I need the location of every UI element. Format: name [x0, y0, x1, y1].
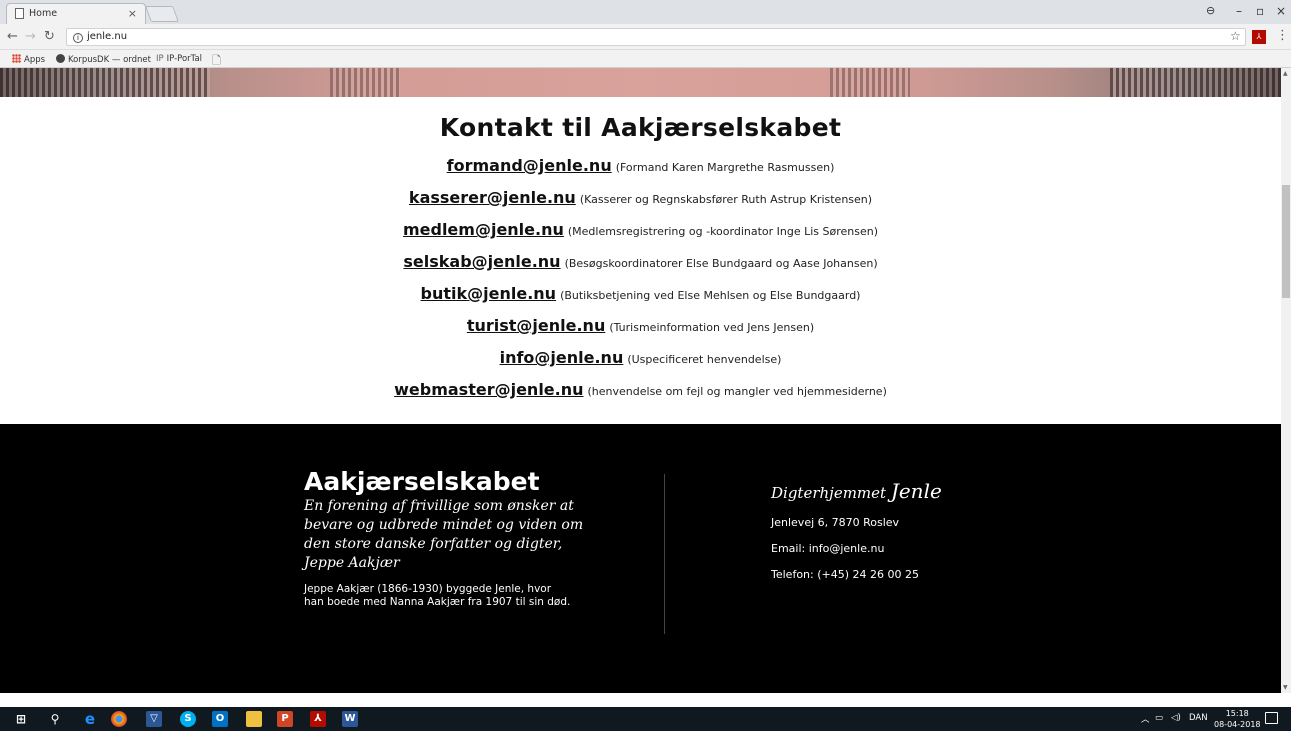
footer-tagline: En forening af frivillige som ønsker at … — [304, 498, 584, 571]
contact-row: turist@jenle.nu (Turismeinformation ved J… — [0, 316, 1281, 348]
reload-icon[interactable]: ↻ — [44, 29, 55, 44]
chrome-icon[interactable] — [111, 711, 127, 727]
tab-title: Home — [29, 8, 58, 19]
url-text: jenle.nu — [87, 31, 128, 42]
language-indicator[interactable]: DAN — [1189, 713, 1208, 723]
powerpoint-icon[interactable]: P — [277, 711, 293, 727]
pdf-extension-icon[interactable]: ⅄ — [1252, 30, 1266, 44]
email-link-turist[interactable]: turist@jenle.nu — [467, 316, 606, 335]
contact-description: (Medlemsregistrering og -koordinator Ing… — [567, 225, 879, 238]
contact-description: (Turismeinformation ved Jens Jensen) — [609, 321, 815, 334]
browser-tab-bar: Home × ⊖ – ▫ × — [0, 0, 1291, 24]
hero-shelf-detail — [330, 68, 400, 97]
footer-phone: Telefon: (+45) 24 26 00 25 — [771, 568, 919, 581]
korpusdk-icon — [56, 54, 65, 63]
hero-shelf-detail — [830, 68, 910, 97]
scroll-up-arrow-icon[interactable]: ▲ — [1283, 70, 1288, 77]
contact-row: medlem@jenle.nu (Medlemsregistrering og -… — [0, 220, 1281, 252]
contact-row: selskab@jenle.nu (Besøgskoordinatorer Els… — [0, 252, 1281, 284]
bookmark-ip-portal[interactable]: IP IP-PorTal — [156, 54, 202, 64]
skype-icon[interactable]: S — [180, 711, 196, 727]
page-icon — [15, 8, 24, 19]
bookmark-korpusdk[interactable]: KorpusDK — ordnet — [56, 54, 151, 65]
tab-home[interactable]: Home × — [6, 3, 146, 24]
email-link-formand[interactable]: formand@jenle.nu — [447, 156, 612, 175]
apps-grid-icon — [12, 54, 21, 63]
browser-menu-icon[interactable]: ⋮ — [1276, 28, 1289, 43]
contact-description: (henvendelse om fejl og mangler ved hjem… — [587, 385, 887, 398]
outlook-icon[interactable]: O — [212, 711, 228, 727]
edge-browser-icon[interactable]: e — [82, 711, 98, 727]
minimize-button[interactable]: – — [1236, 4, 1242, 18]
contact-description: (Uspecificeret henvendelse) — [627, 353, 782, 366]
new-tab-button[interactable] — [145, 6, 179, 22]
file-explorer-icon[interactable] — [246, 711, 262, 727]
email-link-info[interactable]: info@jenle.nu — [500, 348, 624, 367]
bookmarks-bar: Apps KorpusDK — ordnet IP IP-PorTal 🗋 — [0, 50, 1291, 68]
search-icon[interactable]: ⚲ — [47, 711, 63, 727]
email-link-medlem[interactable]: medlem@jenle.nu — [403, 220, 564, 239]
contact-row: webmaster@jenle.nu (henvendelse om fejl o… — [0, 380, 1281, 412]
profile-icon[interactable]: ⊖ — [1206, 4, 1215, 17]
email-link-butik[interactable]: butik@jenle.nu — [421, 284, 557, 303]
scroll-down-arrow-icon[interactable]: ▼ — [1283, 684, 1288, 691]
contact-description: (Butiksbetjening ved Else Mehlsen og Els… — [560, 289, 861, 302]
contact-row: butik@jenle.nu (Butiksbetjening ved Else … — [0, 284, 1281, 316]
contact-row: formand@jenle.nu (Formand Karen Margrethe… — [0, 156, 1281, 188]
footer-contact-title: Digterhjemmet Jenle — [771, 479, 942, 503]
restore-button[interactable]: ▫ — [1256, 4, 1264, 18]
browser-toolbar: ← → ↻ i jenle.nu ☆ ⅄ ⋮ — [0, 24, 1291, 50]
footer-contact-block: Digterhjemmet Jenle Jenlevej 6, 7870 Ros… — [771, 479, 1071, 581]
footer-about-block: Aakjærselskabet En forening af frivillig… — [304, 468, 584, 609]
close-window-button[interactable]: × — [1276, 4, 1286, 18]
contact-description: (Formand Karen Margrethe Rasmussen) — [615, 161, 835, 174]
hero-bookshelf-left — [0, 68, 210, 97]
contact-description: (Besøgskoordinatorer Else Bundgaard og A… — [564, 257, 878, 270]
footer-address: Jenlevej 6, 7870 Roslev — [771, 516, 900, 529]
clock-date: 08-04-2018 — [1214, 720, 1261, 729]
tray-chevron-icon[interactable]: ︿ — [1141, 713, 1150, 725]
security-app-icon[interactable]: ▽ — [146, 711, 162, 727]
windows-taskbar: ⊞ ⚲ e ▽ S O P ⅄ W ︿ ▭ ◁) DAN 15:18 08-04… — [0, 707, 1291, 731]
contact-row: info@jenle.nu (Uspecificeret henvendelse) — [0, 348, 1281, 380]
page-scrollbar[interactable]: ▲ ▼ — [1281, 68, 1291, 693]
ip-icon: IP — [156, 54, 164, 64]
back-arrow-icon[interactable]: ← — [7, 29, 18, 44]
clock-time: 15:18 — [1225, 709, 1249, 718]
forward-arrow-icon[interactable]: → — [25, 29, 36, 44]
acrobat-icon[interactable]: ⅄ — [310, 711, 326, 727]
email-link-kasserer[interactable]: kasserer@jenle.nu — [409, 188, 576, 207]
notification-icon[interactable] — [1265, 712, 1278, 724]
network-icon[interactable]: ▭ — [1155, 713, 1163, 723]
bookmark-apps[interactable]: Apps — [12, 54, 45, 65]
email-link-selskab[interactable]: selskab@jenle.nu — [403, 252, 560, 271]
footer-about-text: Jeppe Aakjær (1866-1930) byggede Jenle, … — [304, 583, 571, 608]
contact-description: (Kasserer og Regnskabsfører Ruth Astrup … — [579, 193, 873, 206]
windows-start-icon[interactable]: ⊞ — [13, 711, 29, 727]
footer-divider — [664, 474, 665, 634]
hero-bookshelf-right — [1110, 68, 1281, 97]
page-content: Kontakt til Aakjærselskabet formand@jenl… — [0, 68, 1281, 693]
word-icon[interactable]: W — [342, 711, 358, 727]
scrollbar-thumb[interactable] — [1282, 185, 1290, 298]
volume-icon[interactable]: ◁) — [1171, 713, 1181, 723]
taskbar-clock[interactable]: 15:18 08-04-2018 — [1214, 708, 1261, 730]
contact-title: Kontakt til Aakjærselskabet — [439, 113, 842, 142]
footer-title: Aakjærselskabet — [304, 467, 540, 496]
footer: Aakjærselskabet En forening af frivillig… — [0, 424, 1281, 693]
info-icon[interactable]: i — [73, 33, 83, 43]
address-bar[interactable]: i jenle.nu — [66, 28, 1246, 46]
contact-row: kasserer@jenle.nu (Kasserer og Regnskabsf… — [0, 188, 1281, 220]
hero-image — [0, 68, 1281, 97]
footer-email[interactable]: Email: info@jenle.nu — [771, 542, 1071, 555]
footer-jenle-name: Jenle — [890, 479, 942, 503]
tab-close-button[interactable]: × — [128, 7, 137, 20]
bookmark-star-icon[interactable]: ☆ — [1230, 29, 1241, 43]
email-link-webmaster[interactable]: webmaster@jenle.nu — [394, 380, 583, 399]
contact-list: formand@jenle.nu (Formand Karen Margrethe… — [0, 156, 1281, 412]
